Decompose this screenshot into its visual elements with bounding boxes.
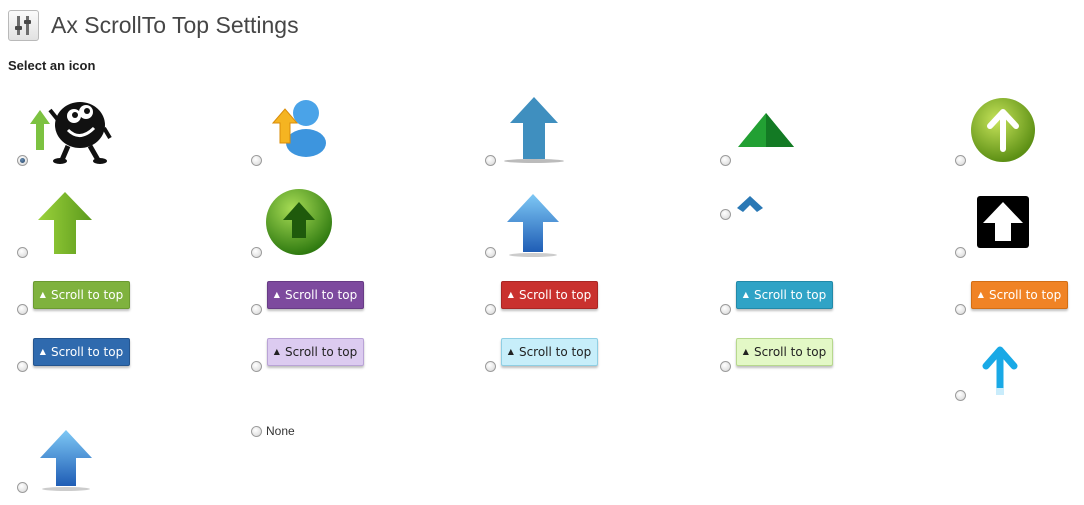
caret-up-icon: ▲ — [507, 289, 514, 299]
button-label: Scroll to top — [518, 288, 592, 302]
button-label: Scroll to top — [518, 345, 592, 359]
button-label: Scroll to top — [753, 288, 827, 302]
scroll-to-top-sample-teal: ▲ Scroll to top — [736, 281, 833, 309]
button-option-orange-radio[interactable] — [955, 304, 966, 315]
caret-up-icon: ▲ — [273, 289, 280, 299]
button-label: Scroll to top — [284, 288, 358, 302]
icon-option-7-radio[interactable] — [251, 247, 262, 258]
caret-up-icon: ▲ — [742, 289, 749, 299]
green-ball-arrow-icon — [266, 189, 332, 255]
button-option-red-radio[interactable] — [485, 304, 496, 315]
cyan-arrow-up-icon — [982, 346, 1018, 395]
button-label: Scroll to top — [284, 345, 358, 359]
icon-option-1-radio[interactable] — [17, 155, 28, 166]
page-title: Ax ScrollTo Top Settings — [51, 11, 299, 38]
icon-option-5-radio[interactable] — [955, 155, 966, 166]
small-chevron-up-icon — [737, 196, 763, 212]
caret-up-icon: ▲ — [507, 346, 514, 356]
caret-up-icon: ▲ — [273, 346, 280, 356]
scroll-to-top-sample-light-blue: ▲ Scroll to top — [501, 338, 598, 366]
button-label: Scroll to top — [988, 288, 1062, 302]
green-pyramid-icon — [738, 113, 794, 147]
cartoon-character-arrow-icon — [30, 102, 112, 164]
icon-option-6-radio[interactable] — [17, 247, 28, 258]
icon-option-gradient-arrow-radio[interactable] — [17, 482, 28, 493]
caret-up-icon: ▲ — [977, 289, 984, 299]
user-upload-arrow-icon — [271, 100, 326, 157]
icon-option-none-radio[interactable] — [251, 426, 262, 437]
light-blue-arrow-up-icon — [507, 194, 559, 257]
scroll-to-top-sample-green: ▲ Scroll to top — [33, 281, 130, 309]
caret-up-icon: ▲ — [39, 289, 46, 299]
scroll-to-top-sample-blue: ▲ Scroll to top — [33, 338, 130, 366]
scroll-to-top-sample-lavender: ▲ Scroll to top — [267, 338, 364, 366]
button-option-green-radio[interactable] — [17, 304, 28, 315]
icon-option-cyan-arrow-radio[interactable] — [955, 390, 966, 401]
icon-option-8-radio[interactable] — [485, 247, 496, 258]
section-label: Select an icon — [8, 58, 96, 73]
icon-option-4-radio[interactable] — [720, 155, 731, 166]
button-option-blue-radio[interactable] — [17, 361, 28, 372]
scroll-to-top-sample-light-green: ▲ Scroll to top — [736, 338, 833, 366]
settings-sliders-icon — [8, 9, 39, 41]
blue-arrow-up-icon — [504, 97, 564, 163]
button-option-light-green-radio[interactable] — [720, 361, 731, 372]
button-label: Scroll to top — [50, 345, 124, 359]
button-option-lavender-radio[interactable] — [251, 361, 262, 372]
caret-up-icon: ▲ — [39, 346, 46, 356]
scroll-to-top-sample-red: ▲ Scroll to top — [501, 281, 598, 309]
scroll-to-top-sample-orange: ▲ Scroll to top — [971, 281, 1068, 309]
page-header: Ax ScrollTo Top Settings — [8, 8, 299, 42]
scroll-to-top-sample-purple: ▲ Scroll to top — [267, 281, 364, 309]
button-option-purple-radio[interactable] — [251, 304, 262, 315]
gradient-blue-arrow-up-icon — [40, 430, 92, 491]
button-option-teal-radio[interactable] — [720, 304, 731, 315]
button-option-light-blue-radio[interactable] — [485, 361, 496, 372]
green-circle-arrow-icon — [971, 98, 1035, 162]
button-label: Scroll to top — [753, 345, 827, 359]
button-label: Scroll to top — [50, 288, 124, 302]
caret-up-icon: ▲ — [742, 346, 749, 356]
black-square-arrow-icon — [977, 196, 1029, 248]
none-label: None — [266, 424, 295, 438]
icon-option-9-radio[interactable] — [720, 209, 731, 220]
green-arrow-up-icon — [38, 192, 92, 254]
icon-option-10-radio[interactable] — [955, 247, 966, 258]
icon-option-2-radio[interactable] — [251, 155, 262, 166]
icon-option-3-radio[interactable] — [485, 155, 496, 166]
